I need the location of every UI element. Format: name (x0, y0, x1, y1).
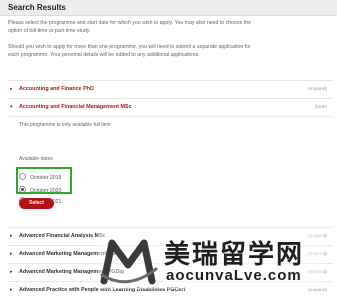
highlight-box (16, 167, 72, 194)
programme-row[interactable]: ▸ Accounting and Finance PhD (expand) (8, 80, 333, 98)
select-button[interactable]: Select (19, 198, 54, 209)
study-mode-note: This programme is only available full ti… (19, 122, 113, 128)
hide-link[interactable]: (hide) (315, 99, 327, 116)
expand-arrow-icon[interactable]: ▸ (10, 264, 13, 281)
collapse-arrow-icon[interactable]: ▾ (10, 99, 13, 116)
programme-row-open[interactable]: ▾ Accounting and Financial Management MS… (8, 98, 333, 116)
programme-name[interactable]: Accounting and Financial Management MSc (19, 99, 132, 116)
expand-arrow-icon[interactable]: ▸ (10, 81, 13, 98)
expand-link[interactable]: (expand) (308, 81, 327, 98)
results-header: Search Results (0, 0, 337, 16)
expand-arrow-icon[interactable]: ▸ (10, 228, 13, 245)
intro-paragraph-2: Should you wish to apply for more than o… (8, 44, 251, 58)
expand-arrow-icon[interactable]: ▸ (10, 246, 13, 263)
intro-paragraph-1: Please select the programme and start da… (8, 20, 251, 34)
available-dates-label: Available dates (19, 156, 53, 162)
expand-arrow-icon[interactable]: ▸ (10, 282, 13, 299)
watermark: 美瑞留学网 aocunvaLve.com (98, 229, 324, 289)
programme-name[interactable]: Accounting and Finance PhD (19, 81, 94, 98)
page-title: Search Results (8, 3, 66, 12)
watermark-url: aocunvaLve.com (166, 267, 302, 284)
watermark-title: 美瑞留学网 (164, 239, 305, 269)
programme-name[interactable]: Advanced Financial Analysis MSc (19, 228, 106, 245)
watermark-logo-icon (100, 239, 158, 285)
